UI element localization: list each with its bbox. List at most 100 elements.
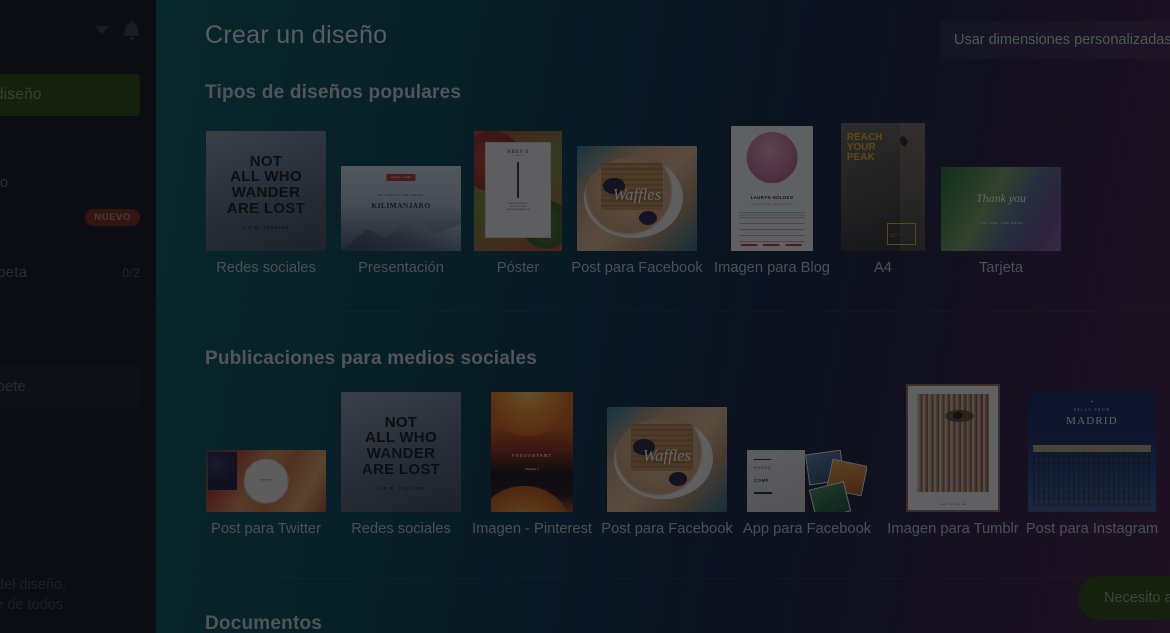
sidebar-item-label: quipo xyxy=(0,209,85,226)
design-type-tile[interactable]: REAL LIFE MY TRIP TO THE TOP OF KILIMANJ… xyxy=(341,125,461,280)
thumbnail-artwork-lauryn: LAURYN HOLDEN CELEBRATING AT HOME BAKER … xyxy=(731,126,813,251)
thumbnail-artwork-freshstart: FRESHSTART Vitamin C xyxy=(491,392,573,512)
bell-icon[interactable] xyxy=(123,20,140,40)
sidebar-folders: ueva carpeta 0/2 ra xyxy=(0,255,156,325)
thumbnail-artwork-tumblr: SEE YOU SEE ME xyxy=(906,384,1000,512)
design-type-thumbnail[interactable]: REACH YOUR PEAK DETAILS HERE xyxy=(841,123,925,251)
page-title: Crear un diseño xyxy=(205,21,388,49)
sidebar-item-your-team[interactable]: quipo NUEVO xyxy=(0,200,156,235)
sidebar-item-label: ra xyxy=(0,299,140,316)
thumbnail-artwork-wander: NOT ALL WHO WANDER ARE LOST J.R.R. TOLKIEN xyxy=(341,392,461,512)
design-type-label: Post para Facebook xyxy=(571,260,703,276)
subscribe-label: Suscríbete xyxy=(0,377,26,395)
design-type-label: A4 xyxy=(874,260,892,276)
status-badge: NUEVO xyxy=(85,209,140,226)
design-type-label: Póster xyxy=(496,260,540,276)
sidebar-topbar xyxy=(0,0,156,60)
design-type-thumbnail[interactable]: LAURYN HOLDEN CELEBRATING AT HOME BAKER … xyxy=(731,126,813,251)
thumbnail-artwork-wander: NOT ALL WHO WANDER ARE LOST J.R.R. TOLKIEN xyxy=(206,131,326,251)
sidebar-nav: diseños os contigo quipo NUEVO xyxy=(0,130,156,235)
sidebar-item-trash[interactable]: ra xyxy=(0,290,156,325)
design-type-thumbnail[interactable]: NOT ALL WHO WANDER ARE LOST J.R.R. TOLKIEN xyxy=(206,131,326,251)
design-type-tile[interactable]: ✦ HELLO FROM MADRID Post para Instagram xyxy=(1025,392,1159,547)
need-help-button[interactable]: Necesito ayuda xyxy=(1078,576,1170,620)
sidebar-item-inspiration[interactable]: iración xyxy=(0,460,156,495)
thumbnail-artwork-reachpeak: REACH YOUR PEAK DETAILS HERE xyxy=(841,123,925,251)
design-type-label: Redes sociales xyxy=(351,521,451,537)
design-type-tile[interactable]: SEE YOU SEE ME Imagen para Tumblr xyxy=(887,384,1019,547)
design-type-tile[interactable]: PHOTO COMP DESIGN 2020 App para Facebook xyxy=(743,392,871,547)
design-type-tile[interactable]: FRESHSTART Vitamin C Imagen - Pinterest xyxy=(472,392,592,547)
design-type-thumbnail[interactable]: Waffles xyxy=(607,407,727,512)
create-design-label: ar un diseño xyxy=(0,86,42,103)
tagline-line-1: El poder del diseño, xyxy=(0,577,67,593)
thumbnail-artwork-kilimanjaro: REAL LIFE MY TRIP TO THE TOP OF KILIMANJ… xyxy=(341,166,461,251)
design-type-grid-social: WILSHIRE BAKERY Post para Twitter NOT ALL … xyxy=(156,384,1170,547)
thumbnail-artwork-waffles: Waffles xyxy=(607,407,727,512)
section-divider xyxy=(156,578,1170,579)
design-type-thumbnail[interactable]: PHOTO COMP DESIGN 2020 xyxy=(747,450,867,512)
design-type-tile[interactable]: Thank you YOU ARE THE BEST Tarjeta xyxy=(941,125,1061,280)
design-type-label: Presentación xyxy=(358,260,444,276)
design-type-thumbnail[interactable]: Thank you YOU ARE THE BEST xyxy=(941,167,1061,251)
custom-dimensions-button[interactable]: Usar dimensiones personalizadas xyxy=(940,21,1170,59)
design-type-label: Post para Facebook xyxy=(601,521,733,537)
design-type-tile[interactable]: NOT ALL WHO WANDER ARE LOST J.R.R. TOLKIEN R… xyxy=(206,125,326,280)
design-type-thumbnail[interactable]: Waffles xyxy=(577,146,697,251)
design-type-grid-popular: NOT ALL WHO WANDER ARE LOST J.R.R. TOLKIEN R… xyxy=(156,123,1170,285)
sidebar-item-new-folder[interactable]: ueva carpeta 0/2 xyxy=(0,255,156,290)
thumbnail-artwork-wilshire: WILSHIRE BAKERY xyxy=(206,450,326,512)
chevron-down-icon[interactable] xyxy=(95,26,109,34)
design-type-label: Imagen - Pinterest xyxy=(471,521,593,537)
sidebar-links: diseñar iración xyxy=(0,425,156,495)
design-type-thumbnail[interactable]: REAL LIFE MY TRIP TO THE TOP OF KILIMANJ… xyxy=(341,166,461,251)
sidebar: ar un diseño diseños os contigo quipo NU… xyxy=(0,0,156,633)
sidebar-item-label: os contigo xyxy=(0,174,9,191)
design-type-label: Redes sociales xyxy=(216,260,316,276)
section-divider xyxy=(156,311,1170,312)
design-type-thumbnail[interactable]: SEE YOU SEE ME xyxy=(906,384,1000,512)
sidebar-item-shared-with-you[interactable]: os contigo xyxy=(0,165,156,200)
thumbnail-artwork-madrid: ✦ HELLO FROM MADRID xyxy=(1028,392,1156,512)
folder-count: 0/2 xyxy=(122,265,140,280)
design-type-label: Post para Twitter xyxy=(211,521,321,537)
design-type-tile[interactable]: NOT ALL WHO WANDER ARE LOST J.R.R. TOLKIEN R… xyxy=(341,392,461,547)
design-type-label: App para Facebook xyxy=(742,521,872,537)
design-type-thumbnail[interactable]: WILSHIRE BAKERY xyxy=(206,450,326,512)
custom-dimensions-label: Usar dimensiones personalizadas xyxy=(954,32,1170,48)
design-type-tile[interactable]: ABEY'S DINER FRESH INGREDIENTS TEL. 555 0… xyxy=(474,125,562,280)
design-type-label: Imagen para Tumblr xyxy=(887,521,1019,537)
design-type-thumbnail[interactable]: NOT ALL WHO WANDER ARE LOST J.R.R. TOLKIEN xyxy=(341,392,461,512)
design-type-label: Imagen para Blog xyxy=(714,260,830,276)
design-type-thumbnail[interactable]: ABEY'S DINER FRESH INGREDIENTS TEL. 555 0… xyxy=(474,131,562,251)
design-type-thumbnail[interactable]: ✦ HELLO FROM MADRID xyxy=(1028,392,1156,512)
design-type-tile[interactable]: Waffles Post para Facebook xyxy=(601,392,733,547)
design-type-thumbnail[interactable]: FRESHSTART Vitamin C xyxy=(491,392,573,512)
sidebar-item-label: diseños xyxy=(0,139,140,156)
sidebar-item-your-designs[interactable]: diseños xyxy=(0,130,156,165)
section-title-popular-types: Tipos de diseños populares xyxy=(205,82,462,103)
design-type-tile[interactable]: Waffles Post para Facebook xyxy=(571,125,703,280)
sidebar-footer-tagline: El poder del diseño, al alcance de todos… xyxy=(0,575,148,615)
canva-homepage-window: ar un diseño diseños os contigo quipo NU… xyxy=(0,0,1170,633)
design-type-tile[interactable]: WILSHIRE BAKERY Post para Twitter xyxy=(206,392,326,547)
sidebar-item-label: iración xyxy=(0,469,140,486)
thumbnail-artwork-waffles: Waffles xyxy=(577,146,697,251)
create-design-button[interactable]: ar un diseño xyxy=(0,74,140,116)
design-type-label: Tarjeta xyxy=(978,260,1024,276)
tagline-line-2: al alcance de todos. xyxy=(0,597,67,613)
sidebar-item-label: ueva carpeta xyxy=(0,264,28,281)
sidebar-item-label: diseñar xyxy=(0,434,140,451)
design-type-label: Post para Instagram xyxy=(1025,521,1159,537)
design-type-tile[interactable]: REACH YOUR PEAK DETAILS HERE A4 xyxy=(841,123,925,280)
need-help-label: Necesito ayuda xyxy=(1104,590,1170,606)
section-title-social-posts: Publicaciones para medios sociales xyxy=(205,348,538,369)
subscribe-button[interactable]: Suscríbete xyxy=(0,365,140,407)
thumbnail-artwork-photocomp: PHOTO COMP DESIGN 2020 xyxy=(747,450,867,512)
thumbnail-artwork-thankyou: Thank you YOU ARE THE BEST xyxy=(941,167,1061,251)
section-title-documents: Documentos xyxy=(205,613,323,633)
sidebar-item-learn-to-design[interactable]: diseñar xyxy=(0,425,156,460)
main-content: Crear un diseño Usar dimensiones persona… xyxy=(156,0,1170,633)
design-type-tile[interactable]: LAURYN HOLDEN CELEBRATING AT HOME BAKER … xyxy=(714,125,830,280)
thumbnail-artwork-abeys: ABEY'S DINER FRESH INGREDIENTS TEL. 555 0… xyxy=(474,131,562,251)
